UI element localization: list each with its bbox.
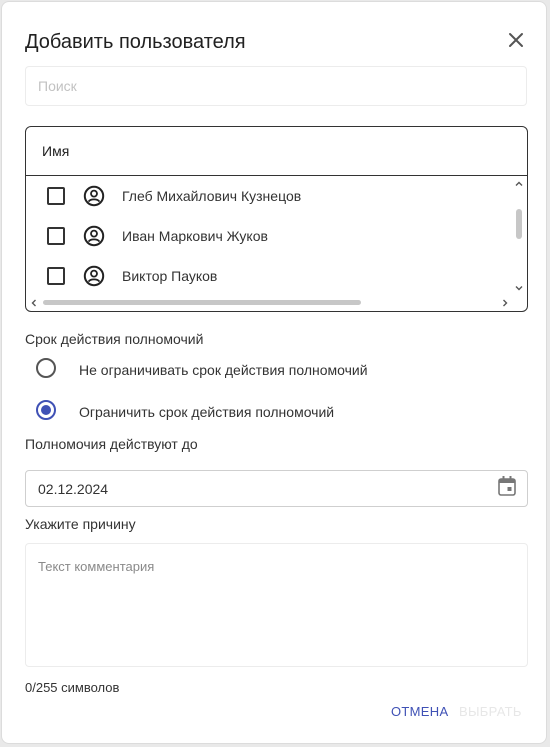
horizontal-scrollbar-thumb[interactable] xyxy=(43,300,361,305)
calendar-icon[interactable] xyxy=(497,475,517,497)
radio-unlimited[interactable] xyxy=(36,358,56,378)
scroll-up-icon[interactable] xyxy=(514,179,524,189)
user-list: Имя Глеб Михайлович Кузнецов Иван Марков… xyxy=(25,126,528,312)
comment-textarea[interactable] xyxy=(25,543,528,667)
column-header-name: Имя xyxy=(26,127,527,176)
list-item[interactable]: Иван Маркович Жуков xyxy=(26,216,506,256)
scroll-down-icon[interactable] xyxy=(514,283,524,293)
scroll-right-icon[interactable] xyxy=(500,298,510,308)
radio-limited[interactable] xyxy=(36,400,56,420)
reason-label: Укажите причину xyxy=(25,516,136,532)
radio-limited-label[interactable]: Ограничить срок действия полномочий xyxy=(79,404,334,420)
close-icon[interactable] xyxy=(505,29,527,51)
scroll-left-icon[interactable] xyxy=(29,298,39,308)
list-item[interactable]: Виктор Пауков xyxy=(26,256,506,296)
valid-until-label: Полномочия действуют до xyxy=(25,436,198,452)
add-user-dialog: Добавить пользователя Имя Глеб Михайлови… xyxy=(1,1,547,744)
cancel-button[interactable]: ОТМЕНА xyxy=(391,701,448,721)
account-circle-icon xyxy=(83,265,105,287)
search-input[interactable] xyxy=(25,66,527,106)
radio-unlimited-label[interactable]: Не ограничивать срок действия полномочий xyxy=(79,362,368,378)
user-checkbox[interactable] xyxy=(47,187,65,205)
date-input[interactable] xyxy=(25,470,528,507)
user-name: Глеб Михайлович Кузнецов xyxy=(122,188,302,204)
character-counter: 0/255 символов xyxy=(25,680,120,695)
user-checkbox[interactable] xyxy=(47,267,65,285)
user-name: Виктор Пауков xyxy=(122,268,218,284)
vertical-scrollbar-thumb[interactable] xyxy=(516,209,522,239)
user-name: Иван Маркович Жуков xyxy=(122,228,268,244)
select-button[interactable]: ВЫБРАТЬ xyxy=(459,701,522,721)
user-checkbox[interactable] xyxy=(47,227,65,245)
list-item[interactable]: Глеб Михайлович Кузнецов xyxy=(26,176,506,216)
dialog-title: Добавить пользователя xyxy=(25,31,246,53)
account-circle-icon xyxy=(83,225,105,247)
account-circle-icon xyxy=(83,185,105,207)
authority-period-label: Срок действия полномочий xyxy=(25,331,204,347)
